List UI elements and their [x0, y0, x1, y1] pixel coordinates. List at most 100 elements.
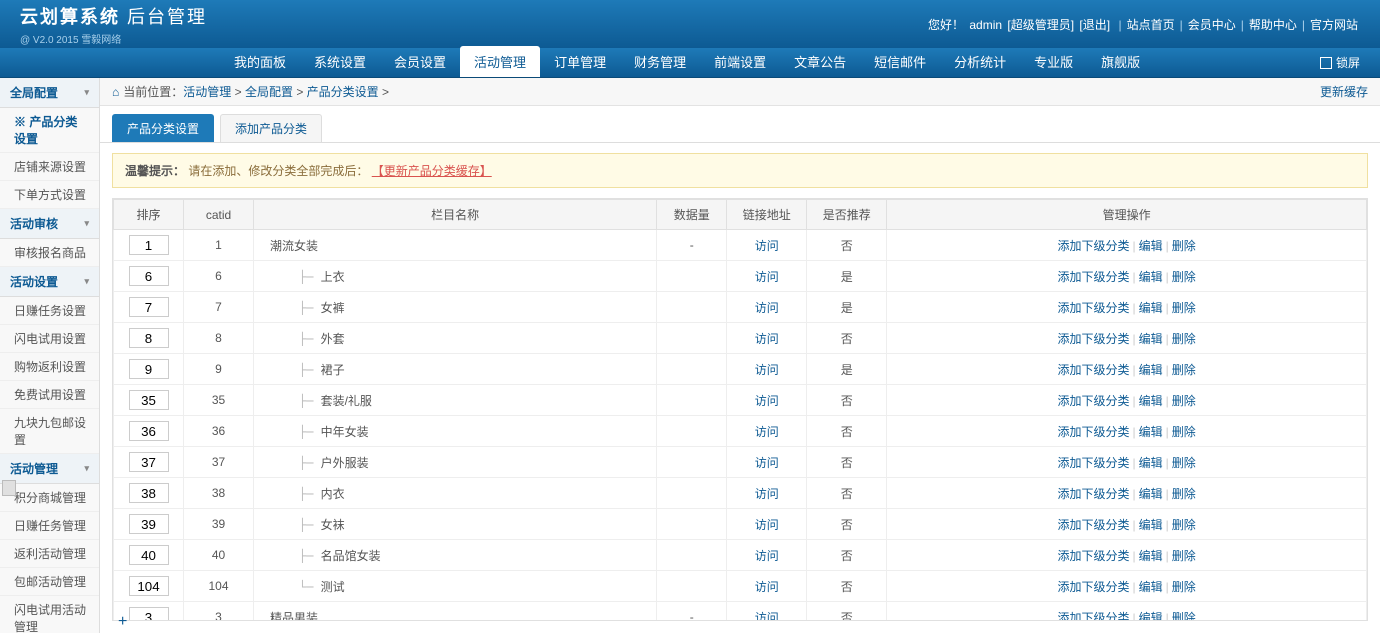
breadcrumb-part-0[interactable]: 活动管理: [183, 85, 231, 99]
nav-tab-6[interactable]: 前端设置: [700, 46, 780, 77]
breadcrumb-part-2[interactable]: 产品分类设置: [307, 85, 379, 99]
delete-link[interactable]: 删除: [1172, 270, 1196, 284]
access-link[interactable]: 访问: [755, 518, 779, 532]
sort-input[interactable]: [129, 390, 169, 410]
add-subcategory-link[interactable]: 添加下级分类: [1057, 580, 1129, 594]
sort-input[interactable]: [129, 266, 169, 286]
nav-tab-7[interactable]: 文章公告: [780, 46, 860, 77]
sidebar-item-16[interactable]: 包邮活动管理: [0, 568, 99, 596]
add-subcategory-link[interactable]: 添加下级分类: [1057, 332, 1129, 346]
sidebar-item-1[interactable]: 产品分类设置: [0, 108, 99, 153]
add-subcategory-link[interactable]: 添加下级分类: [1057, 487, 1129, 501]
edit-link[interactable]: 编辑: [1139, 332, 1163, 346]
sidebar-group-4[interactable]: 活动审核▾: [0, 209, 99, 239]
nav-tab-10[interactable]: 专业版: [1020, 46, 1087, 77]
delete-link[interactable]: 删除: [1172, 456, 1196, 470]
access-link[interactable]: 访问: [755, 270, 779, 284]
sort-input[interactable]: [129, 421, 169, 441]
edit-link[interactable]: 编辑: [1139, 611, 1163, 622]
sidebar-item-17[interactable]: 闪电试用活动管理: [0, 596, 99, 633]
update-category-cache-link[interactable]: 【更新产品分类缓存】: [372, 164, 492, 178]
sidebar-item-14[interactable]: 日赚任务管理: [0, 512, 99, 540]
sidebar-item-9[interactable]: 购物返利设置: [0, 353, 99, 381]
header-link-1[interactable]: 会员中心: [1188, 18, 1236, 32]
delete-link[interactable]: 删除: [1172, 394, 1196, 408]
nav-tab-1[interactable]: 系统设置: [300, 46, 380, 77]
nav-tab-8[interactable]: 短信邮件: [860, 46, 940, 77]
username-link[interactable]: admin: [969, 18, 1002, 32]
access-link[interactable]: 访问: [755, 239, 779, 253]
add-subcategory-link[interactable]: 添加下级分类: [1057, 518, 1129, 532]
nav-tab-0[interactable]: 我的面板: [220, 46, 300, 77]
edit-link[interactable]: 编辑: [1139, 301, 1163, 315]
access-link[interactable]: 访问: [755, 425, 779, 439]
header-link-0[interactable]: 站点首页: [1127, 18, 1175, 32]
add-subcategory-link[interactable]: 添加下级分类: [1057, 549, 1129, 563]
access-link[interactable]: 访问: [755, 456, 779, 470]
nav-tab-3[interactable]: 活动管理: [460, 46, 540, 77]
header-link-2[interactable]: 帮助中心: [1249, 18, 1297, 32]
sidebar-item-5[interactable]: 审核报名商品: [0, 239, 99, 267]
access-link[interactable]: 访问: [755, 394, 779, 408]
sidebar-item-15[interactable]: 返利活动管理: [0, 540, 99, 568]
edit-link[interactable]: 编辑: [1139, 580, 1163, 594]
add-subcategory-link[interactable]: 添加下级分类: [1057, 425, 1129, 439]
add-tab-button[interactable]: +: [118, 613, 127, 631]
delete-link[interactable]: 删除: [1172, 425, 1196, 439]
edit-link[interactable]: 编辑: [1139, 363, 1163, 377]
nav-tab-9[interactable]: 分析统计: [940, 46, 1020, 77]
sidebar-group-0[interactable]: 全局配置▾: [0, 78, 99, 108]
add-subcategory-link[interactable]: 添加下级分类: [1057, 611, 1129, 622]
sidebar-group-6[interactable]: 活动设置▾: [0, 267, 99, 297]
delete-link[interactable]: 删除: [1172, 549, 1196, 563]
access-link[interactable]: 访问: [755, 363, 779, 377]
edit-link[interactable]: 编辑: [1139, 518, 1163, 532]
sub-tab-1[interactable]: 添加产品分类: [220, 114, 322, 142]
sort-input[interactable]: [129, 452, 169, 472]
delete-link[interactable]: 删除: [1172, 518, 1196, 532]
sort-input[interactable]: [129, 545, 169, 565]
sort-input[interactable]: [129, 607, 169, 621]
edit-link[interactable]: 编辑: [1139, 394, 1163, 408]
sidebar-item-2[interactable]: 店铺来源设置: [0, 153, 99, 181]
sidebar-item-8[interactable]: 闪电试用设置: [0, 325, 99, 353]
access-link[interactable]: 访问: [755, 611, 779, 622]
access-link[interactable]: 访问: [755, 301, 779, 315]
delete-link[interactable]: 删除: [1172, 332, 1196, 346]
delete-link[interactable]: 删除: [1172, 301, 1196, 315]
edit-link[interactable]: 编辑: [1139, 456, 1163, 470]
logout-link[interactable]: [退出]: [1079, 18, 1110, 32]
sidebar-item-11[interactable]: 九块九包邮设置: [0, 409, 99, 454]
breadcrumb-part-1[interactable]: 全局配置: [245, 85, 293, 99]
edit-link[interactable]: 编辑: [1139, 425, 1163, 439]
sort-input[interactable]: [129, 235, 169, 255]
sidebar-collapse-handle[interactable]: [2, 480, 16, 496]
nav-tab-4[interactable]: 订单管理: [540, 46, 620, 77]
nav-tab-2[interactable]: 会员设置: [380, 46, 460, 77]
sidebar-item-3[interactable]: 下单方式设置: [0, 181, 99, 209]
nav-tab-11[interactable]: 旗舰版: [1087, 46, 1154, 77]
sub-tab-0[interactable]: 产品分类设置: [112, 114, 214, 142]
access-link[interactable]: 访问: [755, 549, 779, 563]
edit-link[interactable]: 编辑: [1139, 549, 1163, 563]
sort-input[interactable]: [129, 576, 169, 596]
nav-tab-5[interactable]: 财务管理: [620, 46, 700, 77]
add-subcategory-link[interactable]: 添加下级分类: [1057, 394, 1129, 408]
header-link-3[interactable]: 官方网站: [1310, 18, 1358, 32]
sort-input[interactable]: [129, 483, 169, 503]
lock-screen-button[interactable]: 锁屏: [1320, 54, 1380, 77]
delete-link[interactable]: 删除: [1172, 487, 1196, 501]
sort-input[interactable]: [129, 359, 169, 379]
add-subcategory-link[interactable]: 添加下级分类: [1057, 456, 1129, 470]
access-link[interactable]: 访问: [755, 487, 779, 501]
delete-link[interactable]: 删除: [1172, 580, 1196, 594]
delete-link[interactable]: 删除: [1172, 239, 1196, 253]
sort-input[interactable]: [129, 328, 169, 348]
sort-input[interactable]: [129, 297, 169, 317]
add-subcategory-link[interactable]: 添加下级分类: [1057, 301, 1129, 315]
delete-link[interactable]: 删除: [1172, 363, 1196, 377]
add-subcategory-link[interactable]: 添加下级分类: [1057, 270, 1129, 284]
edit-link[interactable]: 编辑: [1139, 270, 1163, 284]
access-link[interactable]: 访问: [755, 332, 779, 346]
add-subcategory-link[interactable]: 添加下级分类: [1057, 363, 1129, 377]
